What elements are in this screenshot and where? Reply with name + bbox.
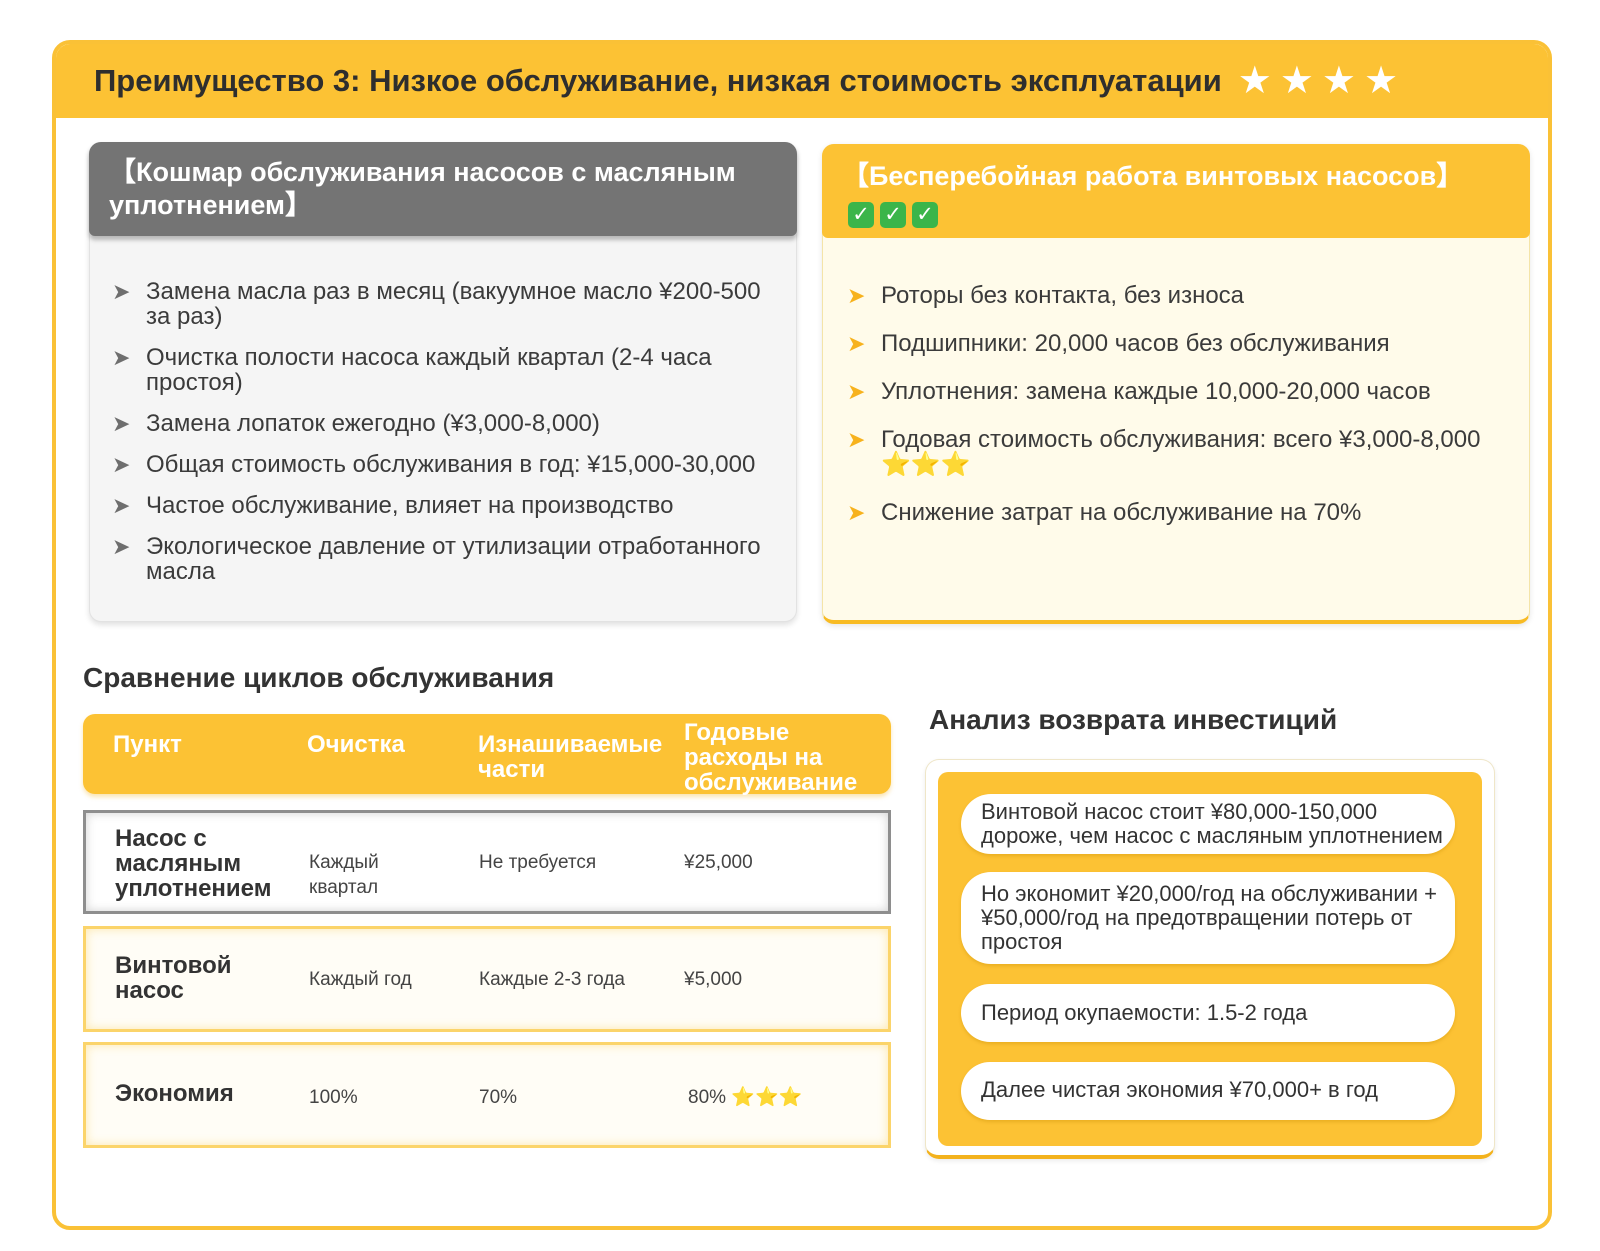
star-rating-icon: ⭐⭐⭐ <box>731 1087 803 1108</box>
list-item: ➤ Уплотнения: замена каждые 10,000-20,000… <box>847 378 1431 405</box>
arrow-bullet-icon: ➤ <box>112 493 131 518</box>
table-cell: ¥5,000 <box>684 969 743 990</box>
screw-pump-card: 【Бесперебойная работа винтовых насосов】 … <box>822 144 1530 624</box>
check-mark-icon: ✓ <box>848 202 874 228</box>
table-cell: 80% ⭐⭐⭐ <box>688 1087 803 1108</box>
row-label: Винтовой насос <box>115 952 232 1004</box>
rating-stars-icon: ★★★★ <box>1237 60 1407 102</box>
table-cell: Каждый год <box>309 969 412 990</box>
list-item: ➤ Замена масла раз в месяц (вакуумное мас… <box>112 278 761 330</box>
check-mark-icon: ✓ <box>912 202 938 228</box>
list-item: ➤ Замена лопаток ежегодно (¥3,000-8,000) <box>112 410 600 437</box>
roi-title: Анализ возврата инвестиций <box>929 704 1338 735</box>
arrow-bullet-icon: ➤ <box>847 500 866 525</box>
oil-pump-card: 【Кошмар обслуживания насосов с масляным … <box>89 142 797 622</box>
oil-pump-issue-list: ➤ Замена масла раз в месяц (вакуумное мас… <box>112 279 772 600</box>
check-mark-icon: ✓ <box>880 202 906 228</box>
table-header-cell: Изнашиваемые части <box>478 731 663 783</box>
advantage-panel: Преимущество 3: Низкое обслуживание, низ… <box>52 40 1552 1230</box>
list-item: ➤ Снижение затрат на обслуживание на 70% <box>847 499 1362 526</box>
table-row: Насос с масляным уплотнением Каждый квар… <box>83 810 891 914</box>
roi-panel: Винтовой насос стоит ¥80,000-150,000 дор… <box>925 759 1495 1159</box>
arrow-bullet-icon: ➤ <box>112 534 131 559</box>
table-header-cell: Очистка <box>307 731 405 758</box>
row-label: Насос с масляным уплотнением <box>115 825 272 902</box>
arrow-bullet-icon: ➤ <box>112 411 131 436</box>
list-item: ➤ Частое обслуживание, влияет на производ… <box>112 492 674 519</box>
roi-panel-inner: Винтовой насос стоит ¥80,000-150,000 дор… <box>938 772 1482 1146</box>
star-rating-icon: ⭐⭐⭐ <box>881 451 971 478</box>
oil-pump-card-title: 【Кошмар обслуживания насосов с масляным … <box>109 157 736 220</box>
table-cell: Каждые 2-3 года <box>479 969 625 990</box>
table-cell: ¥25,000 <box>684 852 753 873</box>
arrow-bullet-icon: ➤ <box>847 283 866 308</box>
table-header-cell: Пункт <box>113 731 182 758</box>
table-cell: 100% <box>309 1087 358 1108</box>
list-item: ➤ Подшипники: 20,000 часов без обслуживан… <box>847 330 1390 357</box>
oil-pump-card-header: 【Кошмар обслуживания насосов с масляным … <box>89 142 797 236</box>
table-header: Пункт Очистка Изнашиваемые части Годовые… <box>83 714 891 796</box>
arrow-bullet-icon: ➤ <box>847 427 866 452</box>
row-label: Экономия <box>115 1080 234 1107</box>
roi-item: Период окупаемости: 1.5-2 года <box>961 984 1455 1042</box>
table-cell: Каждый квартал <box>309 852 379 898</box>
table-header-cell: Годовые расходы на обслуживание <box>684 719 858 796</box>
table-cell: Не требуется <box>479 852 597 873</box>
arrow-bullet-icon: ➤ <box>112 452 131 477</box>
roi-item: Далее чистая экономия ¥70,000+ в год <box>961 1062 1455 1120</box>
roi-item: Но экономит ¥20,000/год на обслуживании … <box>961 872 1455 964</box>
arrow-bullet-icon: ➤ <box>112 345 131 370</box>
table-cell: 70% <box>479 1087 518 1108</box>
panel-header: Преимущество 3: Низкое обслуживание, низ… <box>56 44 1548 118</box>
panel-title: Преимущество 3: Низкое обслуживание, низ… <box>94 63 1222 98</box>
screw-pump-card-title: 【Бесперебойная работа винтовых насосов】 … <box>842 161 1464 228</box>
comparison-title: Сравнение циклов обслуживания <box>83 662 555 693</box>
roi-item: Винтовой насос стоит ¥80,000-150,000 дор… <box>961 794 1455 854</box>
screw-pump-benefit-list: ➤ Роторы без контакта, без износа ➤ Подшип… <box>847 283 1507 548</box>
list-item: ➤ Очистка полости насоса каждый квартал (… <box>112 344 712 396</box>
arrow-bullet-icon: ➤ <box>847 331 866 356</box>
screw-pump-card-header: 【Бесперебойная работа винтовых насосов】 … <box>822 144 1530 238</box>
arrow-bullet-icon: ➤ <box>112 279 131 304</box>
list-item: ➤ Роторы без контакта, без износа <box>847 282 1245 309</box>
arrow-bullet-icon: ➤ <box>847 379 866 404</box>
table-row: Винтовой насос Каждый год Каждые 2-3 год… <box>83 926 891 1032</box>
list-item: ➤ Экологическое давление от утилизации от… <box>112 533 761 585</box>
list-item: ➤ Общая стоимость обслуживания в год: ¥15… <box>112 451 756 478</box>
table-row: Экономия 100% 70% 80% ⭐⭐⭐ <box>83 1042 891 1148</box>
list-item: ➤ Годовая стоимость обслуживания: всего ¥… <box>847 426 1481 478</box>
